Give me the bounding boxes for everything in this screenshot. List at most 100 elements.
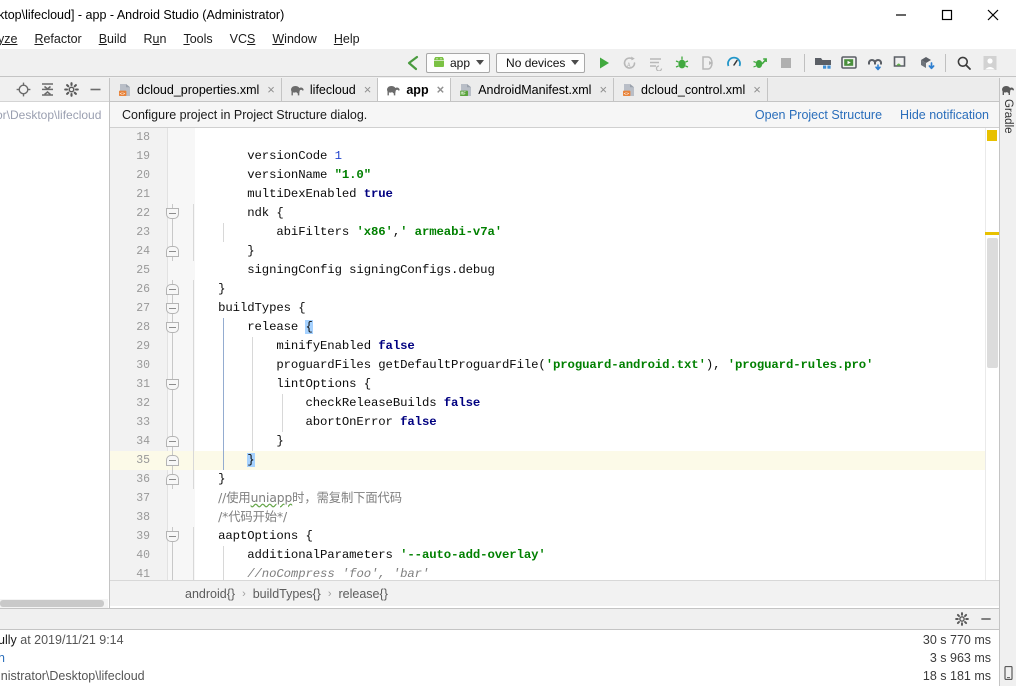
- breadcrumb-item[interactable]: buildTypes{}: [253, 587, 321, 601]
- fold-toggle-icon[interactable]: [166, 284, 179, 295]
- menu-analyze[interactable]: yze: [0, 30, 26, 49]
- fold-cell[interactable]: [156, 432, 189, 451]
- sync-gradle-icon[interactable]: [862, 51, 888, 75]
- fold-toggle-icon[interactable]: [166, 455, 179, 466]
- fold-cell[interactable]: [156, 147, 189, 166]
- editor-tab-lifecloud[interactable]: lifecloud ×: [281, 78, 379, 101]
- build-output-row[interactable]: ully at 2019/11/21 9:14 30 s 770 ms: [0, 631, 999, 649]
- account-icon[interactable]: [977, 51, 1003, 75]
- run-with-coverage-icon[interactable]: [747, 51, 773, 75]
- fold-cell[interactable]: [156, 375, 189, 394]
- fold-toggle-icon[interactable]: [166, 379, 179, 390]
- project-hscrollbar-thumb[interactable]: [0, 600, 104, 607]
- close-icon[interactable]: ×: [599, 83, 607, 96]
- build-output-row[interactable]: inistrator\Desktop\lifecloud 18 s 181 ms: [0, 667, 999, 685]
- search-icon[interactable]: [951, 51, 977, 75]
- close-button[interactable]: [970, 0, 1016, 30]
- code-line[interactable]: 21 multiDexEnabled true: [110, 185, 999, 204]
- hide-build-panel-icon[interactable]: [979, 612, 993, 626]
- hide-panel-icon[interactable]: [83, 79, 107, 101]
- back-arrow-icon[interactable]: [400, 51, 426, 75]
- close-icon[interactable]: ×: [364, 83, 372, 96]
- code-line[interactable]: 23 abiFilters 'x86',' armeabi-v7a': [110, 223, 999, 242]
- attach-debugger-icon[interactable]: [695, 51, 721, 75]
- minimize-button[interactable]: [878, 0, 924, 30]
- fold-cell[interactable]: [156, 337, 189, 356]
- apply-code-changes-icon[interactable]: [643, 51, 669, 75]
- menu-refactor[interactable]: Refactor: [26, 30, 90, 49]
- apply-changes-icon[interactable]: A: [617, 51, 643, 75]
- collapse-all-icon[interactable]: [35, 79, 59, 101]
- code-line[interactable]: 22 ndk {: [110, 204, 999, 223]
- module-selector[interactable]: app: [426, 52, 491, 73]
- code-line[interactable]: 39 aaptOptions {: [110, 527, 999, 546]
- code-line[interactable]: 38 /*代码开始*/: [110, 508, 999, 527]
- code-line[interactable]: 33 abortOnError false: [110, 413, 999, 432]
- menu-tools[interactable]: Tools: [175, 30, 221, 49]
- device-selector[interactable]: No devices: [496, 52, 586, 73]
- download-icon[interactable]: [914, 51, 940, 75]
- code-line[interactable]: 30 proguardFiles getDefaultProguardFile(…: [110, 356, 999, 375]
- menu-help[interactable]: Help: [326, 30, 369, 49]
- fold-cell[interactable]: [156, 356, 189, 375]
- fold-toggle-icon[interactable]: [166, 436, 179, 447]
- gear-icon[interactable]: [59, 79, 83, 101]
- code-line[interactable]: 25 signingConfig signingConfigs.debug: [110, 261, 999, 280]
- fold-toggle-icon[interactable]: [166, 531, 179, 542]
- fold-cell[interactable]: [156, 413, 189, 432]
- marker-gutter[interactable]: [985, 128, 999, 580]
- fold-cell[interactable]: [156, 565, 189, 580]
- fold-cell[interactable]: [156, 280, 189, 299]
- fold-cell[interactable]: [156, 527, 189, 546]
- editor-tab-dcloud-control-xml[interactable]: <> dcloud_control.xml ×: [614, 78, 768, 101]
- project-hscrollbar[interactable]: [0, 599, 108, 608]
- warning-marker[interactable]: [985, 232, 999, 235]
- editor-tab-app[interactable]: app ×: [378, 78, 452, 101]
- fold-cell[interactable]: [156, 318, 189, 337]
- fold-toggle-icon[interactable]: [166, 246, 179, 257]
- code-line[interactable]: 35 }: [110, 451, 999, 470]
- gradle-elephant-icon[interactable]: [1001, 84, 1015, 96]
- menu-window[interactable]: Window: [264, 30, 325, 49]
- close-icon[interactable]: ×: [753, 83, 761, 96]
- avd-manager-icon[interactable]: [836, 51, 862, 75]
- device-file-explorer-icon[interactable]: [1003, 666, 1013, 680]
- code-line[interactable]: 28 release {: [110, 318, 999, 337]
- run-icon[interactable]: [591, 51, 617, 75]
- menu-build[interactable]: Build: [91, 30, 136, 49]
- fold-toggle-icon[interactable]: [166, 208, 179, 219]
- breadcrumb-item[interactable]: android{}: [185, 587, 235, 601]
- open-project-structure-link[interactable]: Open Project Structure: [755, 108, 882, 122]
- fold-cell[interactable]: [156, 394, 189, 413]
- editor-tab-androidmanifest-xml[interactable]: MF AndroidManifest.xml ×: [451, 78, 615, 101]
- profiler-icon[interactable]: [721, 51, 747, 75]
- code-editor[interactable]: 18 19 versionCode 1 20 versionName "1.0" 21…: [110, 128, 999, 580]
- close-icon[interactable]: ×: [267, 83, 275, 96]
- fold-cell[interactable]: [156, 508, 189, 527]
- editor-tab-dcloud-properties-xml[interactable]: <> dcloud_properties.xml ×: [110, 78, 282, 101]
- code-line[interactable]: 36 }: [110, 470, 999, 489]
- menu-vcs[interactable]: VCS: [222, 30, 265, 49]
- code-line[interactable]: 18: [110, 128, 999, 147]
- maximize-button[interactable]: [924, 0, 970, 30]
- fold-cell[interactable]: [156, 223, 189, 242]
- breadcrumb-item[interactable]: release{}: [339, 587, 388, 601]
- debug-icon[interactable]: [669, 51, 695, 75]
- code-line[interactable]: 31 lintOptions {: [110, 375, 999, 394]
- code-line[interactable]: 37 //使用uniapp时，需复制下面代码: [110, 489, 999, 508]
- fold-cell[interactable]: [156, 451, 189, 470]
- editor-vscrollbar-thumb[interactable]: [987, 238, 998, 368]
- gear-icon[interactable]: [955, 612, 969, 626]
- fold-cell[interactable]: [156, 299, 189, 318]
- fold-cell[interactable]: [156, 546, 189, 565]
- sdk-manager-icon[interactable]: [888, 51, 914, 75]
- build-output-row[interactable]: n 3 s 963 ms: [0, 649, 999, 667]
- gradle-tab[interactable]: Gradle: [1002, 99, 1014, 134]
- fold-cell[interactable]: [156, 489, 189, 508]
- code-line[interactable]: 29 minifyEnabled false: [110, 337, 999, 356]
- locate-target-icon[interactable]: [11, 79, 35, 101]
- code-line[interactable]: 27 buildTypes {: [110, 299, 999, 318]
- project-structure-icon[interactable]: [810, 51, 836, 75]
- fold-cell[interactable]: [156, 470, 189, 489]
- close-icon[interactable]: ×: [437, 83, 445, 96]
